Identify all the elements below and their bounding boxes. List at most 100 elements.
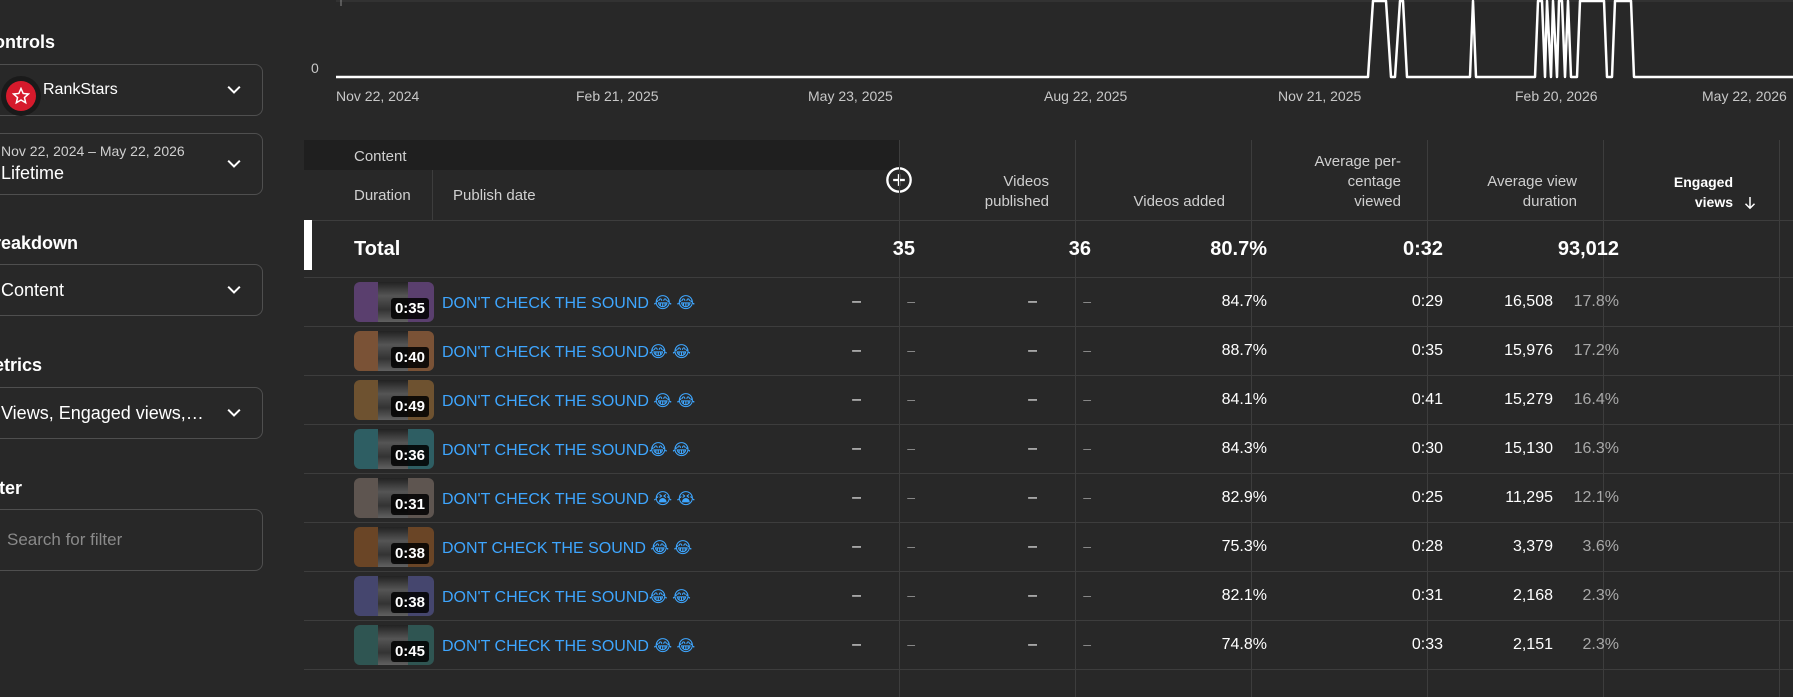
header-label: Videos published xyxy=(985,172,1049,212)
header-label: Average view duration xyxy=(1487,172,1577,212)
header-line: duration xyxy=(1522,193,1577,210)
table-row[interactable]: 0:40 DON'T CHECK THE SOUND😂 😂 – – – – 88.7% 0:3… xyxy=(304,327,1793,376)
video-title-link[interactable]: DON'T CHECK THE SOUND 😂 😂 xyxy=(442,293,695,313)
videos-published-percent: – xyxy=(907,538,915,554)
video-title-link[interactable]: DON'T CHECK THE SOUND 😂 😂 xyxy=(442,391,695,411)
videos-added-value: – xyxy=(1028,293,1037,310)
table-row[interactable]: 0:31 DON'T CHECK THE SOUND 😭 😭 – – – – 82.9% 0:… xyxy=(304,474,1793,523)
video-duration-badge: 0:40 xyxy=(390,347,429,368)
videos-added-column-header[interactable]: Videos added xyxy=(1076,140,1251,220)
videos-published-value: – xyxy=(852,636,861,653)
engaged-views-percent: 3.6% xyxy=(1582,538,1619,555)
videos-published-value: – xyxy=(852,342,861,359)
avg-percentage-viewed-column-header[interactable]: Average per- centage viewed xyxy=(1252,140,1427,220)
table-row[interactable]: 0:49 DON'T CHECK THE SOUND 😂 😂 – – – – 84.1% 0:… xyxy=(304,376,1793,425)
avg-view-duration-value: 0:31 xyxy=(1411,587,1443,604)
videos-published-value: – xyxy=(852,440,861,457)
videos-added-percent: – xyxy=(1083,391,1091,407)
avg-view-duration-value: 0:28 xyxy=(1411,538,1443,555)
avg-view-duration-value: 0:41 xyxy=(1411,391,1443,408)
total-avg-percentage-viewed: 80.7% xyxy=(1210,238,1267,260)
video-duration-badge: 0:38 xyxy=(390,543,429,564)
videos-published-value: – xyxy=(852,538,861,555)
videos-published-value: – xyxy=(852,489,861,506)
video-title-link[interactable]: DON'T CHECK THE SOUND😂 😂 xyxy=(442,587,691,607)
filter-search-input[interactable]: Search for filter xyxy=(0,509,263,571)
avg-percentage-viewed-value: 75.3% xyxy=(1221,538,1267,555)
chart-plot xyxy=(336,0,1793,79)
filter-placeholder: Search for filter xyxy=(7,530,123,549)
video-thumbnail[interactable]: 0:45 xyxy=(354,625,434,665)
table-row[interactable]: 0:36 DON'T CHECK THE SOUND😂 😂 – – – – 84.3% 0:3… xyxy=(304,425,1793,474)
table-row[interactable]: 0:38 DONT CHECK THE SOUND 😂 😂 – – – – 75.3% 0:2… xyxy=(304,523,1793,572)
video-duration-badge: 0:31 xyxy=(390,494,429,515)
avg-view-duration-value: 0:30 xyxy=(1411,440,1443,457)
date-range-selector[interactable]: Nov 22, 2024 – May 22, 2026 Lifetime xyxy=(0,133,263,195)
breakdown-selector[interactable]: Content xyxy=(0,264,263,316)
content-table: Content Duration Publish date Videos pub… xyxy=(304,140,1793,697)
video-thumbnail[interactable]: 0:38 xyxy=(354,576,434,616)
content-dimension-label: Content xyxy=(354,148,407,165)
video-thumbnail[interactable]: 0:38 xyxy=(354,527,434,567)
videos-added-value: – xyxy=(1028,538,1037,555)
header-line: Average view xyxy=(1487,173,1577,190)
video-thumbnail[interactable]: 0:40 xyxy=(354,331,434,371)
videos-published-value: – xyxy=(852,293,861,310)
engaged-views-value: 11,295 xyxy=(1505,489,1553,506)
videos-published-value: – xyxy=(852,587,861,604)
total-row-indicator xyxy=(304,220,312,270)
table-row[interactable]: 0:45 DON'T CHECK THE SOUND 😂 😂 – – – – 74.8% 0:… xyxy=(304,621,1793,670)
engaged-views-value: 16,508 xyxy=(1504,293,1553,310)
table-row[interactable]: 0:38 DON'T CHECK THE SOUND😂 😂 – – – – 82.1% 0:3… xyxy=(304,572,1793,621)
metrics-value: Views, Engaged views,… xyxy=(1,403,204,423)
video-title-link[interactable]: DONT CHECK THE SOUND 😂 😂 xyxy=(442,538,692,558)
header-line: viewed xyxy=(1354,193,1401,210)
videos-published-value: – xyxy=(852,391,861,408)
video-thumbnail[interactable]: 0:36 xyxy=(354,429,434,469)
video-title-link[interactable]: DON'T CHECK THE SOUND 😂 😂 xyxy=(442,636,695,656)
x-tick-label: Nov 22, 2024 xyxy=(336,88,420,104)
engaged-views-percent: 17.2% xyxy=(1573,342,1619,359)
video-title-link[interactable]: DON'T CHECK THE SOUND😂 😂 xyxy=(442,440,691,460)
videos-added-percent: – xyxy=(1083,440,1091,456)
channel-selector[interactable]: RankStars xyxy=(0,64,263,116)
engaged-views-value: 15,130 xyxy=(1504,440,1553,457)
video-thumbnail[interactable]: 0:49 xyxy=(354,380,434,420)
avg-view-duration-column-header[interactable]: Average view duration xyxy=(1428,140,1603,220)
videos-published-percent: – xyxy=(907,342,915,358)
avg-percentage-viewed-value: 84.7% xyxy=(1221,293,1267,310)
header-line: published xyxy=(984,193,1049,210)
publish-date-column-header[interactable]: Publish date xyxy=(453,187,536,204)
videos-added-percent: – xyxy=(1083,342,1091,358)
x-tick-label: Feb 20, 2026 xyxy=(1515,88,1598,104)
metrics-heading: etrics xyxy=(0,355,43,375)
videos-added-percent: – xyxy=(1083,636,1091,652)
header-line: Videos xyxy=(1003,173,1049,190)
x-tick-label: Feb 21, 2025 xyxy=(576,88,659,104)
total-engaged-views: 93,012 xyxy=(1557,238,1619,260)
video-duration-badge: 0:38 xyxy=(390,592,429,613)
engaged-views-column-header[interactable]: Engaged views xyxy=(1604,140,1779,220)
avg-view-duration-value: 0:35 xyxy=(1411,342,1443,359)
chevron-down-icon xyxy=(227,285,241,294)
video-title-link[interactable]: DON'T CHECK THE SOUND 😭 😭 xyxy=(442,489,695,509)
videos-published-column-header[interactable]: Videos published xyxy=(900,140,1075,220)
header-line: centage xyxy=(1347,173,1401,190)
engaged-views-percent: 12.1% xyxy=(1573,489,1619,506)
video-thumbnail[interactable]: 0:35 xyxy=(354,282,434,322)
date-range-text: Nov 22, 2024 – May 22, 2026 xyxy=(1,143,185,159)
engaged-views-value: 15,279 xyxy=(1504,391,1553,408)
table-row[interactable]: 0:35 DON'T CHECK THE SOUND 😂 😂 – – – – 84.7% 0:… xyxy=(304,278,1793,327)
video-title-link[interactable]: DON'T CHECK THE SOUND😂 😂 xyxy=(442,342,691,362)
metrics-selector[interactable]: Views, Engaged views,… xyxy=(0,387,263,439)
total-label: Total xyxy=(354,238,401,260)
video-thumbnail[interactable]: 0:31 xyxy=(354,478,434,518)
channel-avatar xyxy=(1,76,41,116)
duration-column-header[interactable]: Duration xyxy=(354,187,411,204)
video-duration-badge: 0:49 xyxy=(390,396,429,417)
videos-published-percent: – xyxy=(907,636,915,652)
avg-view-duration-value: 0:25 xyxy=(1411,489,1443,506)
avg-percentage-viewed-value: 84.3% xyxy=(1221,440,1267,457)
engaged-views-percent: 16.4% xyxy=(1573,391,1619,408)
avg-percentage-viewed-value: 82.1% xyxy=(1221,587,1267,604)
